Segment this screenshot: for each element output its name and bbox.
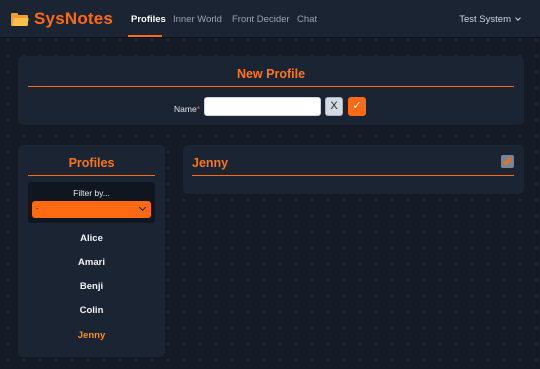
nav-item-inner-world[interactable]: Inner World: [173, 14, 222, 25]
filter-select[interactable]: -: [32, 201, 151, 218]
detail-divider: [192, 175, 514, 176]
filter-label: Filter by...: [73, 188, 110, 198]
confirm-button[interactable]: ✓: [348, 97, 366, 116]
profile-detail-title: Jenny: [192, 156, 229, 170]
profile-item-alice[interactable]: Alice: [18, 233, 165, 244]
filter-box: Filter by... -: [28, 182, 155, 223]
edit-profile-button[interactable]: [501, 155, 514, 168]
clear-button[interactable]: X: [325, 97, 343, 116]
chevron-down-icon: [138, 203, 147, 212]
profiles-divider: [28, 175, 155, 176]
name-input[interactable]: [204, 97, 321, 116]
active-nav-indicator: [128, 35, 162, 37]
nav-item-profiles[interactable]: Profiles: [131, 14, 166, 25]
name-label: Name*: [174, 104, 200, 114]
required-marker: *: [196, 104, 200, 114]
chevron-down-icon: [515, 15, 521, 21]
brand[interactable]: SysNotes: [11, 9, 113, 29]
profiles-panel: [18, 145, 165, 357]
profile-detail-card: [183, 145, 524, 194]
profile-item-colin[interactable]: Colin: [18, 305, 165, 316]
new-profile-title: New Profile: [236, 67, 306, 81]
profile-item-jenny[interactable]: Jenny: [18, 330, 165, 341]
pencil-icon: [503, 157, 512, 166]
folder-open-icon: [11, 12, 29, 26]
brand-name: SysNotes: [34, 9, 114, 28]
nav-item-front-decider[interactable]: Front Decider: [232, 14, 290, 25]
filter-select-value: -: [36, 204, 39, 213]
profile-item-amari[interactable]: Amari: [18, 257, 165, 268]
profile-item-benji[interactable]: Benji: [18, 281, 165, 292]
user-menu[interactable]: Test System: [459, 14, 521, 25]
top-navbar: SysNotes Profiles Inner World Front Deci…: [0, 0, 540, 38]
user-menu-label: Test System: [459, 14, 511, 25]
profiles-title: Profiles: [68, 156, 115, 170]
nav-item-chat[interactable]: Chat: [297, 14, 317, 25]
new-profile-divider: [28, 86, 514, 87]
